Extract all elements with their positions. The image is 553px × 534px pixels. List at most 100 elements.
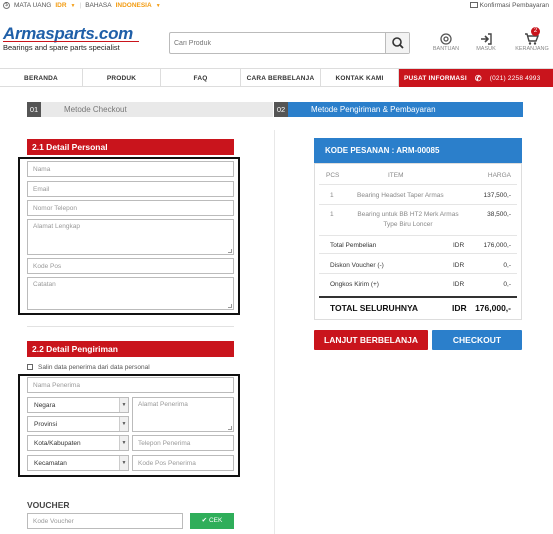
column-divider — [274, 130, 275, 534]
login-label[interactable]: MASUK — [476, 46, 496, 52]
search-button[interactable] — [385, 33, 409, 53]
info-label[interactable]: PUSAT INFORMASI — [404, 75, 467, 82]
chevron-down-icon: ▼ — [119, 398, 128, 412]
personal-details-heading: 2.1 Detail Personal — [27, 139, 234, 155]
item-2-pcs: 1 — [330, 211, 334, 218]
check-icon: ✔ — [201, 517, 208, 524]
item-2-price: 38,500,- — [487, 211, 511, 218]
currency-selector[interactable]: IDR — [55, 2, 66, 9]
language-label: BAHASA — [85, 2, 112, 9]
recipient-name-field[interactable]: Nama Penerima — [27, 377, 234, 393]
order-code-heading: KODE PESANAN : ARM-00085 — [314, 138, 522, 163]
chevron-down-icon: ▼ — [119, 456, 128, 470]
search-bar — [169, 32, 410, 54]
login-icon — [470, 33, 502, 46]
nav-kontak-kami[interactable]: KONTAK KAMI — [321, 69, 399, 87]
nav-cara-berbelanja[interactable]: CARA BERBELANJA — [241, 69, 321, 87]
step-label: Metode Checkout — [64, 105, 127, 114]
language-selector[interactable]: INDONESIA — [116, 2, 152, 9]
district-value: Kecamatan — [34, 460, 67, 467]
confirm-payment-link[interactable]: Konfirmasi Pembayaran — [469, 2, 549, 9]
resize-handle[interactable] — [228, 249, 232, 253]
row-divider — [319, 204, 517, 205]
voucher-input[interactable]: Kode Voucher — [27, 513, 183, 529]
notes-field[interactable]: Catatan — [27, 277, 234, 310]
resize-handle[interactable] — [228, 426, 232, 430]
step-shipping-payment: 02 Metode Pengiriman & Pembayaran — [274, 102, 523, 117]
address-field[interactable]: Alamat Lengkap — [27, 219, 234, 255]
continue-shopping-button[interactable]: LANJUT BERBELANJA — [314, 330, 428, 350]
check-voucher-button[interactable]: ✔ CEK — [190, 513, 234, 529]
chevron-down-icon: ▼ — [119, 436, 128, 450]
item-1-name[interactable]: Bearing Headset Taper Armas — [357, 192, 444, 199]
step-number: 02 — [274, 102, 288, 117]
grand-total-currency: IDR — [452, 303, 467, 313]
province-select[interactable]: Provinsi ▼ — [27, 416, 129, 432]
column-header-pcs: PCS — [326, 172, 340, 179]
country-select[interactable]: Negara ▼ — [27, 397, 129, 413]
district-select[interactable]: Kecamatan ▼ — [27, 455, 129, 471]
logo-underline — [3, 41, 139, 42]
email-field[interactable]: Email — [27, 181, 234, 197]
notes-placeholder: Catatan — [33, 281, 56, 288]
copy-data-checkbox[interactable] — [27, 364, 33, 370]
city-value: Kota/Kabupaten — [34, 440, 81, 447]
row-divider — [319, 253, 517, 254]
column-header-item: ITEM — [388, 172, 404, 179]
country-value: Negara — [34, 402, 56, 409]
phone-field[interactable]: Nomor Telepon — [27, 200, 234, 216]
cart-label[interactable]: KERANJANG — [515, 46, 549, 52]
cart-count-badge: 2 — [531, 27, 540, 36]
nav-pusat-informasi[interactable]: PUSAT INFORMASI ✆ (021) 2258 4993 — [399, 69, 553, 87]
discount-currency: IDR — [453, 262, 465, 269]
grand-total-label: TOTAL SELURUHNYA — [330, 303, 419, 313]
copy-data-label[interactable]: Salin data penerima dari data personal — [38, 364, 150, 371]
subtotal-label: Total Pembelian — [330, 242, 377, 249]
login-button[interactable]: MASUK — [470, 33, 502, 52]
resize-handle[interactable] — [228, 304, 232, 308]
item-2-name[interactable]: Bearing untuk BB HT2 Merk Armas — [351, 211, 465, 218]
recipient-address-field[interactable]: Alamat Penerima — [132, 397, 234, 432]
help-button[interactable]: BANTUAN — [430, 33, 462, 52]
postal-code-field[interactable]: Kode Pos — [27, 258, 234, 274]
voucher-heading: VOUCHER — [27, 500, 70, 510]
chevron-down-icon: ▼ — [119, 417, 128, 431]
confirm-payment-label[interactable]: Konfirmasi Pembayaran — [480, 2, 549, 9]
site-tagline: Bearings and spare parts specialist — [3, 43, 120, 52]
payment-card-icon — [469, 2, 478, 9]
step-label: Metode Pengiriman & Pembayaran — [311, 105, 436, 114]
search-icon — [392, 37, 404, 49]
province-value: Provinsi — [34, 421, 58, 428]
check-voucher-label[interactable]: CEK — [209, 517, 222, 524]
help-label[interactable]: BANTUAN — [433, 46, 459, 52]
language-caret-icon[interactable]: ▼ — [156, 3, 161, 9]
currency-caret-icon[interactable]: ▼ — [71, 3, 76, 9]
address-placeholder: Alamat Lengkap — [33, 223, 80, 230]
name-field[interactable]: Nama — [27, 161, 234, 177]
shipping-details-heading: 2.2 Detail Pengiriman — [27, 341, 234, 357]
discount-label: Diskon Voucher (-) — [330, 262, 384, 269]
nav-faq[interactable]: FAQ — [161, 69, 241, 87]
checkout-button[interactable]: CHECKOUT — [432, 330, 522, 350]
order-summary: PCS ITEM HARGA 1 Bearing Headset Taper A… — [314, 163, 522, 320]
subtotal-currency: IDR — [453, 242, 465, 249]
total-divider — [319, 296, 517, 298]
phone-icon: ✆ — [474, 73, 482, 83]
item-1-pcs: 1 — [330, 192, 334, 199]
currency-label: MATA UANG — [14, 2, 52, 9]
shipping-cost-currency: IDR — [453, 281, 465, 288]
search-input[interactable] — [174, 37, 384, 49]
nav-beranda[interactable]: BERANDA — [0, 69, 83, 87]
row-divider — [319, 235, 517, 236]
city-select[interactable]: Kota/Kabupaten ▼ — [27, 435, 129, 451]
cart-button[interactable]: KERANJANG — [512, 33, 552, 52]
section-divider — [27, 326, 234, 327]
recipient-phone-field[interactable]: Telepon Penerima — [132, 435, 234, 451]
nav-produk[interactable]: PRODUK — [83, 69, 161, 87]
subtotal-value: 176,000,- — [483, 242, 511, 249]
recipient-postal-field[interactable]: Kode Pos Penerima — [132, 455, 234, 471]
item-1-price: 137,500,- — [483, 192, 511, 199]
row-divider — [319, 184, 517, 185]
grand-total-value: 176,000,- — [475, 303, 511, 313]
row-divider — [319, 273, 517, 274]
